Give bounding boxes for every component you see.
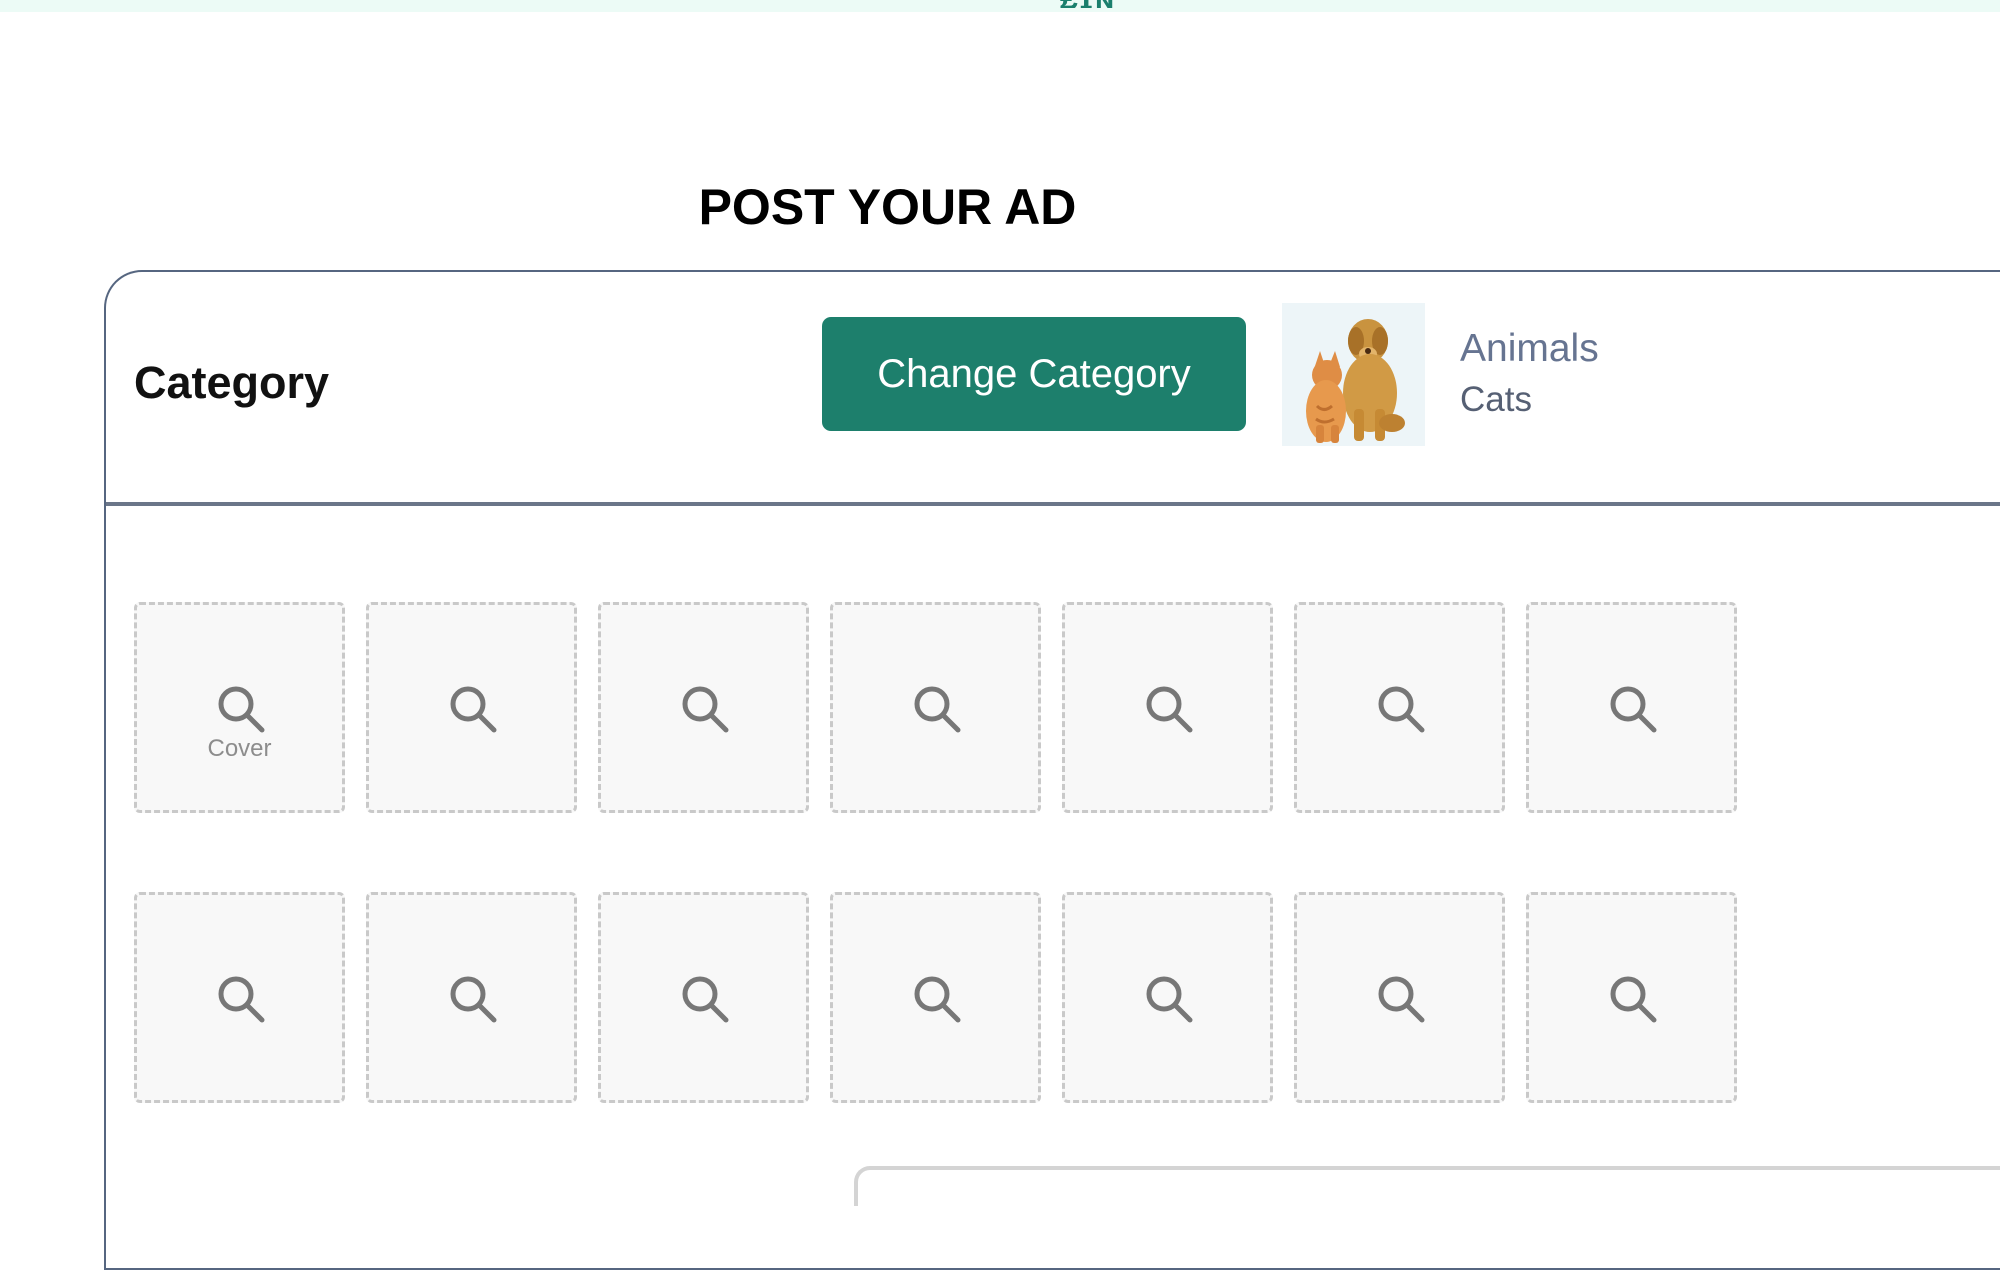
photo-slot[interactable] [830,602,1041,813]
search-icon [1610,976,1657,1023]
photo-slot[interactable] [1294,892,1505,1103]
photo-slot[interactable] [830,892,1041,1103]
search-icon [1378,686,1425,733]
search-icon [1146,686,1193,733]
photo-slot[interactable] [598,892,809,1103]
selected-category: Animals [1460,327,1599,370]
search-icon [218,976,265,1023]
cover-label: Cover [207,735,272,762]
search-icon [682,686,729,733]
search-icon [914,686,961,733]
search-icon [1378,976,1425,1023]
post-ad-form: Category Change Category Animals Cats Co… [104,270,2000,1270]
photo-slot[interactable] [1294,602,1505,813]
category-label: Category [134,357,330,408]
photo-slot[interactable] [1526,602,1737,813]
photo-slot-cover[interactable]: Cover [134,602,345,813]
photo-slot[interactable] [366,602,577,813]
photo-slot[interactable] [366,892,577,1103]
search-icon [682,976,729,1023]
search-icon [450,686,497,733]
photo-slot[interactable] [1062,602,1273,813]
top-header-strip [0,0,2000,12]
category-row: Category Change Category Animals Cats [106,272,2000,506]
selected-subcategory: Cats [1460,380,1532,419]
photo-slot[interactable] [134,892,345,1103]
search-icon [1610,686,1657,733]
category-thumbnail [1282,303,1425,446]
search-icon [914,976,961,1023]
page-title: POST YOUR AD [698,179,1077,235]
search-icon [450,976,497,1023]
search-icon [1146,976,1193,1023]
next-form-field[interactable] [854,1166,2000,1206]
photo-upload-grid: Cover [134,602,1737,1112]
photo-slot[interactable] [598,602,809,813]
photo-slot[interactable] [1526,892,1737,1103]
change-category-button[interactable]: Change Category [822,317,1246,431]
site-logo-fragment[interactable]: ₤ɪɴ [1060,0,1180,8]
dog-cat-image [1282,303,1425,446]
photo-slot[interactable] [1062,892,1273,1103]
search-icon [218,686,265,733]
